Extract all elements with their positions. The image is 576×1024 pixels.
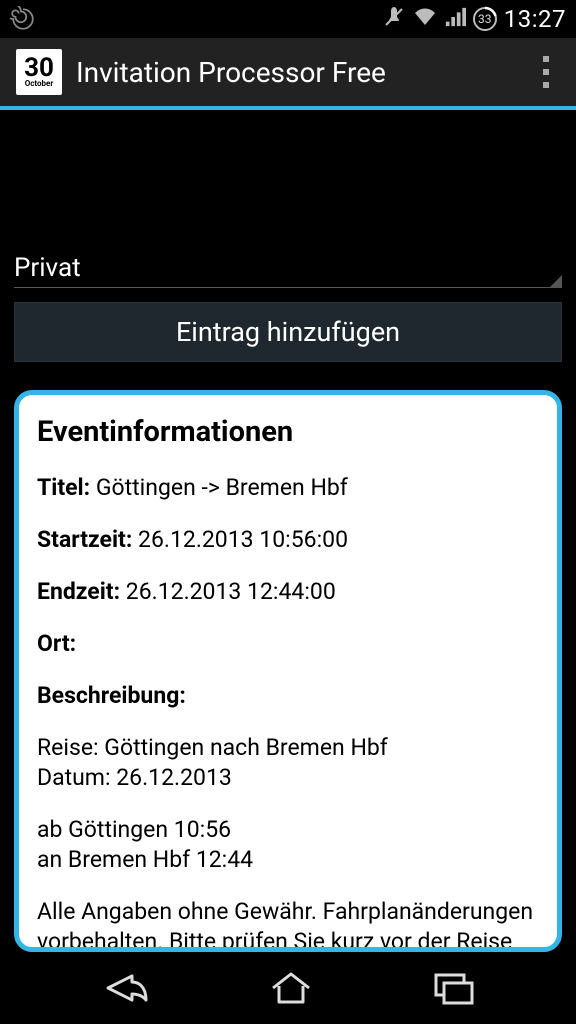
event-card: Eventinformationen Titel: Göttingen -> B…: [14, 390, 562, 952]
event-desc-line3: ab Göttingen 10:56: [37, 815, 539, 845]
event-title-label: Titel:: [37, 474, 90, 501]
event-heading: Eventinformationen: [37, 415, 539, 449]
spinner-selected-value: Privat: [14, 253, 81, 283]
overflow-dot-icon: [543, 82, 549, 88]
wifi-icon: [412, 5, 438, 33]
event-start-value: 26.12.2013 10:56:00: [138, 526, 348, 553]
overflow-dot-icon: [543, 69, 549, 75]
event-end-label: Endzeit:: [37, 578, 120, 605]
app-icon-day: 30: [24, 56, 54, 80]
event-location-label: Ort:: [37, 630, 76, 657]
event-desc-line1: Reise: Göttingen nach Bremen Hbf: [37, 733, 539, 763]
overflow-dot-icon: [543, 56, 549, 62]
event-desc-label-row: Beschreibung:: [37, 681, 539, 711]
status-right: 33 13:27: [382, 5, 566, 33]
top-spacer: [14, 110, 562, 240]
event-start-label: Startzeit:: [37, 526, 132, 553]
event-desc-line5: Alle Angaben ohne Gewähr. Fahrplanänderu…: [37, 897, 539, 952]
event-desc-line2: Datum: 26.12.2013: [37, 763, 539, 793]
event-title-row: Titel: Göttingen -> Bremen Hbf: [37, 473, 539, 503]
signal-icon: [444, 6, 466, 32]
event-end-row: Endzeit: 26.12.2013 12:44:00: [37, 577, 539, 607]
event-start-row: Startzeit: 26.12.2013 10:56:00: [37, 525, 539, 555]
calendar-spinner[interactable]: Privat: [14, 240, 562, 288]
back-button[interactable]: [100, 970, 150, 1006]
event-desc-block-2: ab Göttingen 10:56 an Bremen Hbf 12:44: [37, 815, 539, 875]
navigation-bar: [0, 952, 576, 1024]
home-button[interactable]: [269, 970, 313, 1006]
snapdragon-icon: [10, 6, 36, 32]
clock: 13:27: [504, 5, 566, 33]
app-title: Invitation Processor Free: [76, 56, 526, 89]
event-card-wrap: Eventinformationen Titel: Göttingen -> B…: [14, 390, 562, 952]
event-end-value: 26.12.2013 12:44:00: [126, 578, 336, 605]
app-icon-month: October: [25, 80, 54, 88]
app-icon[interactable]: 30 October: [16, 49, 62, 95]
action-bar: 30 October Invitation Processor Free: [0, 38, 576, 106]
chevron-down-icon: [550, 275, 562, 287]
content-area: Privat Eintrag hinzufügen Eventinformati…: [0, 110, 576, 952]
overflow-menu-button[interactable]: [526, 49, 566, 95]
battery-percent: 33: [478, 12, 492, 26]
event-desc-line4: an Bremen Hbf 12:44: [37, 845, 539, 875]
status-bar: 33 13:27: [0, 0, 576, 38]
battery-icon: 33: [472, 6, 498, 32]
recents-button[interactable]: [432, 971, 476, 1005]
event-title-value: Göttingen -> Bremen Hbf: [96, 474, 348, 501]
event-desc-label: Beschreibung:: [37, 682, 186, 709]
add-entry-button[interactable]: Eintrag hinzufügen: [14, 302, 562, 362]
status-left: [10, 6, 36, 32]
event-desc-block-1: Reise: Göttingen nach Bremen Hbf Datum: …: [37, 733, 539, 793]
add-entry-label: Eintrag hinzufügen: [176, 316, 400, 348]
event-location-row: Ort:: [37, 629, 539, 659]
mute-icon: [382, 5, 406, 33]
